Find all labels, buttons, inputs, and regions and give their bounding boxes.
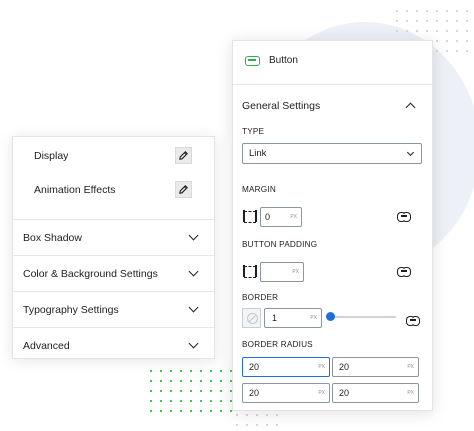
panel-title: Button xyxy=(269,55,298,66)
border-radius-unit[interactable]: PX xyxy=(407,390,414,396)
border-radius-unit[interactable]: PX xyxy=(318,364,325,370)
margin-label: MARGIN xyxy=(242,185,276,194)
section-box-shadow[interactable]: Box Shadow xyxy=(13,219,214,255)
button-padding-unit[interactable]: PX xyxy=(292,269,299,275)
section-typography[interactable]: Typography Settings xyxy=(13,291,214,327)
link-icon[interactable] xyxy=(397,212,411,222)
animation-effects-label: Animation Effects xyxy=(34,184,116,196)
border-radius-value: 20 xyxy=(249,388,260,398)
border-radius-bottom-left-input[interactable]: 20 PX xyxy=(242,383,330,403)
border-width-value: 1 xyxy=(272,313,278,323)
border-radius-value: 20 xyxy=(249,362,260,372)
display-label: Display xyxy=(34,150,69,162)
chevron-down-icon xyxy=(188,266,199,277)
section-label: Color & Background Settings xyxy=(23,267,158,280)
border-radius-value: 20 xyxy=(339,362,350,372)
display-row[interactable]: Display xyxy=(13,141,214,171)
link-icon[interactable] xyxy=(397,267,411,277)
border-label: BORDER xyxy=(242,293,279,302)
border-radius-value: 20 xyxy=(339,388,350,398)
link-icon[interactable] xyxy=(406,316,420,326)
dot-pattern-bottom-left xyxy=(146,366,232,420)
button-padding-label: BUTTON PADDING xyxy=(242,240,318,249)
animation-effects-row[interactable]: Animation Effects xyxy=(13,175,214,205)
type-label: TYPE xyxy=(242,127,265,136)
border-radius-bottom-right-input[interactable]: 20 PX xyxy=(332,383,419,403)
chevron-down-icon xyxy=(188,338,199,349)
general-settings-title[interactable]: General Settings xyxy=(242,100,320,112)
section-label: Advanced xyxy=(23,339,70,352)
chevron-down-icon xyxy=(188,230,199,241)
chevron-down-icon xyxy=(406,148,415,157)
border-slider-track[interactable] xyxy=(330,316,396,318)
button-settings-panel: Button General Settings TYPE Link MARGIN… xyxy=(232,40,433,411)
border-radius-top-left-input[interactable]: 20 PX xyxy=(242,357,330,377)
chevron-down-icon xyxy=(188,302,199,313)
margin-input[interactable]: 0 PX xyxy=(260,207,302,227)
box-sides-icon[interactable] xyxy=(243,265,257,278)
border-width-unit[interactable]: PX xyxy=(310,315,317,321)
chevron-up-icon[interactable] xyxy=(405,102,416,113)
pencil-icon xyxy=(179,185,188,194)
section-advanced[interactable]: Advanced xyxy=(13,327,214,363)
section-color-background[interactable]: Color & Background Settings xyxy=(13,255,214,291)
type-select-value: Link xyxy=(249,148,267,159)
panel-header: Button xyxy=(233,41,432,85)
border-radius-unit[interactable]: PX xyxy=(407,364,414,370)
border-radius-top-right-input[interactable]: 20 PX xyxy=(332,357,419,377)
pencil-icon xyxy=(179,151,188,160)
margin-unit[interactable]: PX xyxy=(290,214,297,220)
animation-effects-edit-button[interactable] xyxy=(175,181,192,198)
border-style-icon[interactable] xyxy=(242,308,261,328)
section-label: Typography Settings xyxy=(23,303,119,316)
display-edit-button[interactable] xyxy=(175,147,192,164)
section-label: Box Shadow xyxy=(23,231,82,244)
box-sides-icon[interactable] xyxy=(243,210,257,223)
left-settings-panel: Display Animation Effects Box Shadow Col… xyxy=(12,136,215,359)
border-radius-unit[interactable]: PX xyxy=(318,390,325,396)
button-icon xyxy=(245,56,260,66)
border-width-input[interactable]: 1 PX xyxy=(264,308,322,328)
button-padding-input[interactable]: PX xyxy=(260,262,304,282)
type-select[interactable]: Link xyxy=(242,143,422,164)
border-radius-label: BORDER RADIUS xyxy=(242,340,313,349)
margin-value: 0 xyxy=(265,212,271,222)
border-slider-handle[interactable] xyxy=(326,312,335,321)
